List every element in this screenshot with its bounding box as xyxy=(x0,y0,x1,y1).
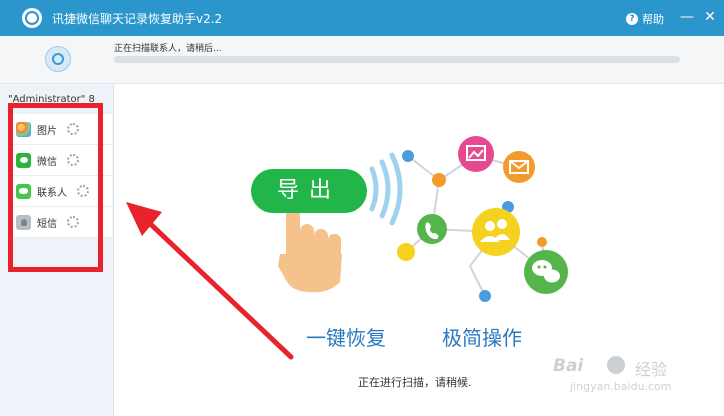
baidu-paw-icon xyxy=(607,356,625,374)
watermark-brand: Bai xyxy=(553,356,584,376)
watermark-url: jingyan.baidu.com xyxy=(570,380,672,393)
baidu-watermark: Bai 经验 jingyan.baidu.com xyxy=(543,356,723,416)
annotation-arrow xyxy=(126,202,294,360)
watermark-title: 经验 xyxy=(635,360,668,379)
